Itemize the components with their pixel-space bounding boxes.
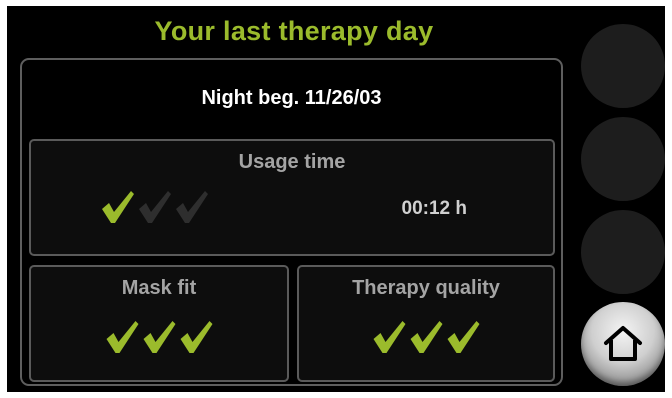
usage-time-box: Usage time 00:12 h: [29, 139, 555, 256]
side-button-3[interactable]: [581, 210, 665, 294]
check-on-icon: [445, 317, 482, 357]
usage-rating: [99, 185, 210, 229]
check-on-icon: [408, 317, 445, 357]
mask-fit-label: Mask fit: [121, 277, 197, 299]
therapy-summary-panel: Night beg. 11/26/03 Usage time 00:12 h M…: [20, 58, 563, 386]
check-on-icon: [178, 317, 215, 357]
therapy-quality-box: Therapy quality: [297, 265, 555, 382]
mask-fit-rating: [104, 315, 215, 359]
therapy-quality-rating: [371, 315, 482, 359]
usage-time-label: Usage time: [238, 151, 346, 173]
therapy-quality-label: Therapy quality: [352, 277, 500, 299]
page-title: Your last therapy day: [154, 16, 434, 46]
check-on-icon: [104, 317, 141, 357]
check-on-icon: [141, 317, 178, 357]
check-off-icon: [136, 187, 173, 227]
usage-time-value: 00:12 h: [401, 198, 467, 219]
side-button-2[interactable]: [581, 117, 665, 201]
side-button-1[interactable]: [581, 24, 665, 108]
mask-fit-box: Mask fit: [29, 265, 289, 382]
check-on-icon: [371, 317, 408, 357]
device-screen: Your last therapy day Night beg. 11/26/0…: [7, 6, 665, 392]
home-button[interactable]: [581, 302, 665, 386]
check-off-icon: [173, 187, 210, 227]
home-icon: [600, 321, 646, 367]
check-on-icon: [99, 187, 136, 227]
night-date-label: Night beg. 11/26/03: [201, 86, 382, 109]
